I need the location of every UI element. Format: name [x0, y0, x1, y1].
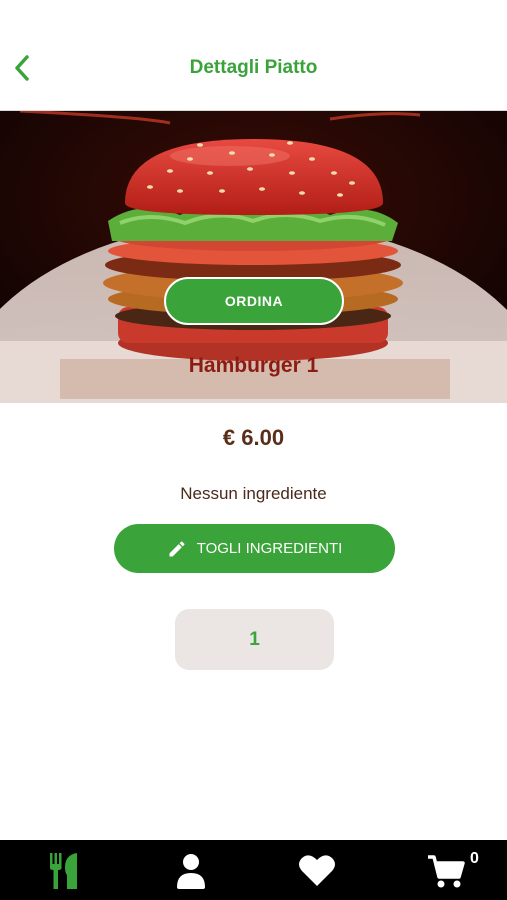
page-title: Dettagli Piatto: [189, 57, 318, 78]
ingredients-text: Nessun ingrediente: [180, 484, 327, 503]
cart-icon: [428, 855, 465, 888]
tab-cart[interactable]: [426, 850, 466, 892]
header: Dettagli Piatto: [0, 0, 507, 111]
utensils-icon: [50, 853, 77, 889]
quantity-selector[interactable]: 1: [175, 609, 334, 670]
remove-ingredients-label: TOGLI INGREDIENTI: [196, 540, 343, 557]
tab-menu[interactable]: [46, 850, 82, 892]
dish-name: Hamburger 1: [188, 354, 319, 377]
cart-count-badge: 0: [470, 850, 479, 867]
tab-bar: 0: [0, 840, 507, 900]
tab-favorites[interactable]: [297, 850, 337, 892]
remove-ingredients-button[interactable]: TOGLI INGREDIENTI: [114, 524, 395, 573]
tab-profile[interactable]: [174, 850, 208, 892]
user-icon: [177, 854, 205, 889]
dish-price: € 6.00: [222, 425, 285, 450]
pencil-icon: [169, 540, 185, 556]
heart-icon: [299, 855, 335, 886]
order-button[interactable]: ORDINA: [164, 277, 344, 325]
